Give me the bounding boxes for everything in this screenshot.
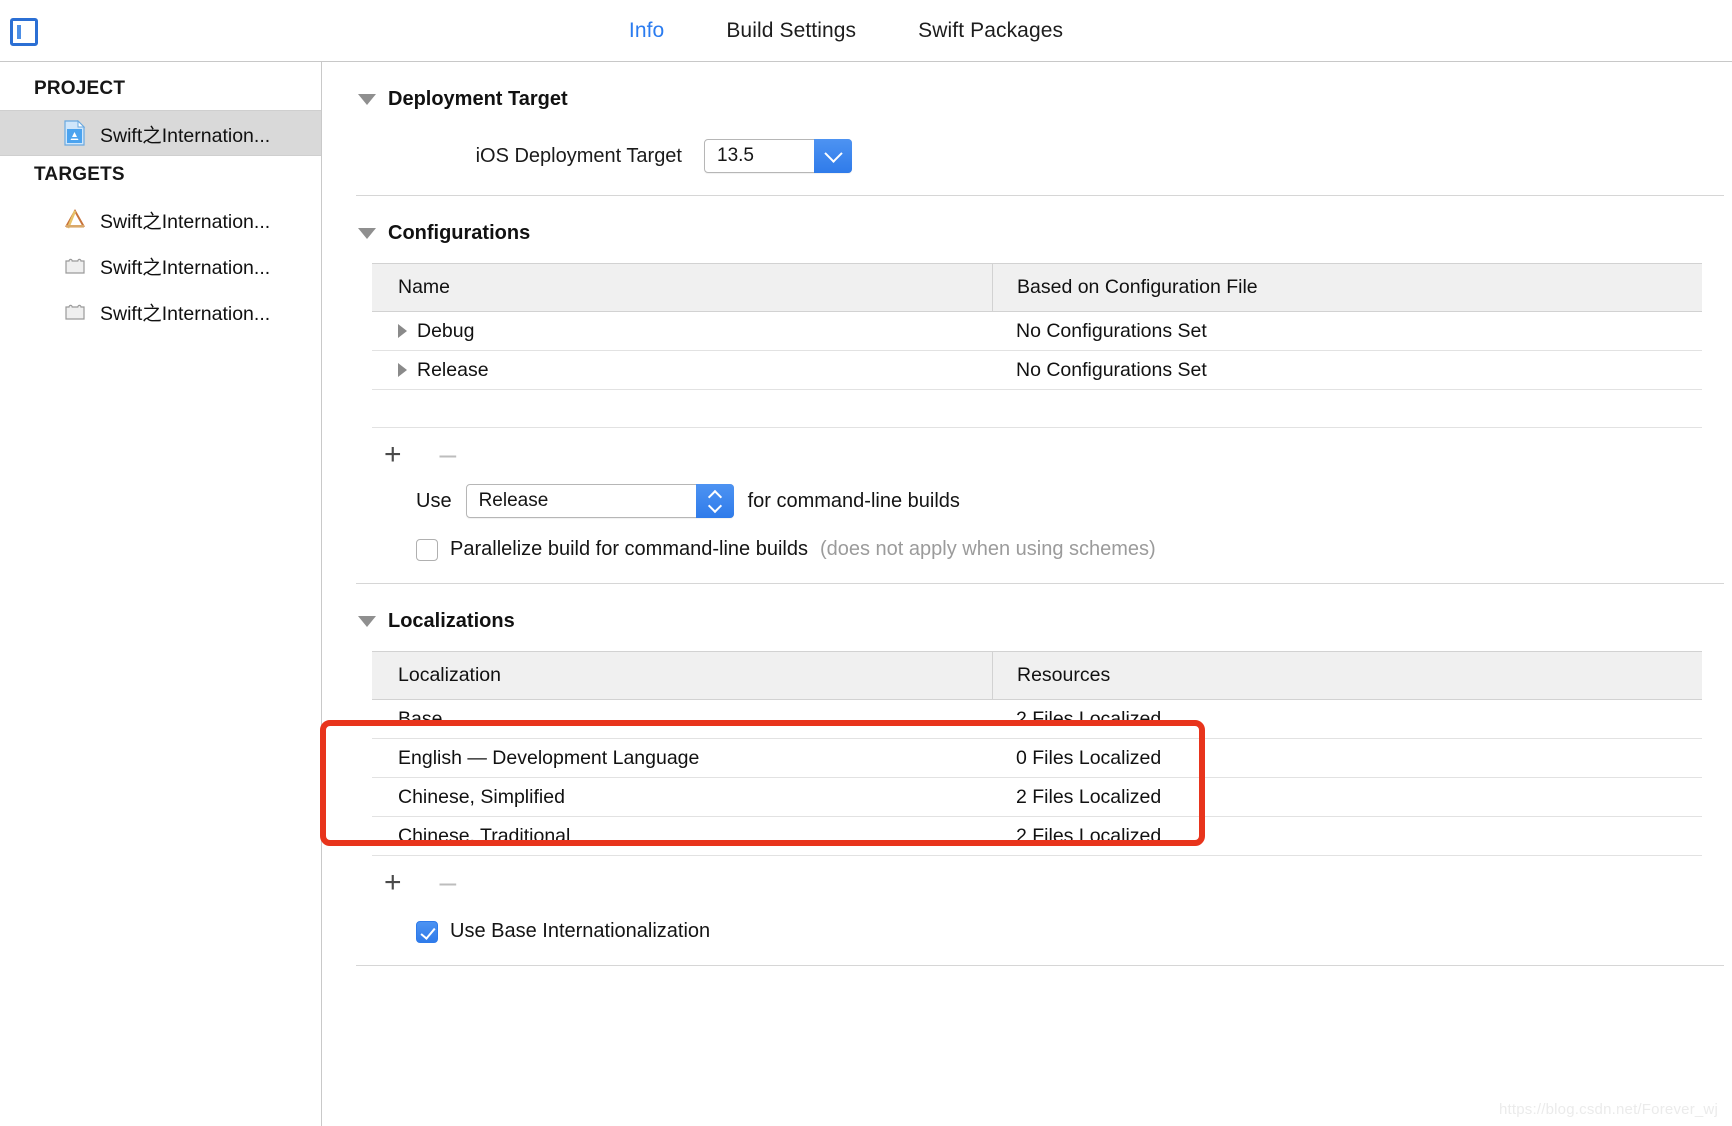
sidebar-item-label: Swift之Internation... bbox=[100, 256, 271, 279]
ios-deployment-target-value: 13.5 bbox=[717, 145, 754, 166]
editor-tab-bar: Info Build Settings Swift Packages bbox=[629, 19, 1103, 43]
editor-top-bar: Info Build Settings Swift Packages bbox=[0, 0, 1732, 62]
sidebar-item-label: Swift之Internation... bbox=[100, 210, 271, 233]
localizations-header: Localizations bbox=[358, 610, 1724, 633]
tab-build-settings[interactable]: Build Settings bbox=[726, 19, 856, 43]
column-header-resources: Resources bbox=[992, 652, 1702, 699]
column-header-name: Name bbox=[398, 276, 451, 298]
stepper-chevron-icon[interactable] bbox=[695, 484, 734, 518]
configurations-table: Name Based on Configuration File Debug N… bbox=[372, 263, 1702, 428]
use-base-internationalization-label: Use Base Internationalization bbox=[450, 920, 711, 942]
sidebar-section-targets: TARGETS bbox=[34, 164, 125, 185]
configurations-add-remove-controls: + – bbox=[384, 438, 1724, 472]
use-suffix-label: for command-line builds bbox=[747, 489, 960, 512]
localizations-add-remove-controls: + – bbox=[384, 866, 1724, 900]
localization-resources-cell: 2 Files Localized bbox=[1016, 824, 1162, 847]
localization-name-cell: Chinese, Traditional bbox=[398, 824, 571, 847]
sidebar-item-label: Swift之Internation... bbox=[100, 124, 271, 147]
localization-resources-cell: 2 Files Localized bbox=[1016, 707, 1162, 730]
project-navigator-sidebar: PROJECT Swift之Internation... TARGETS Swi… bbox=[0, 62, 322, 1126]
localizations-table: Localization Resources Base 2 Files Loca… bbox=[372, 651, 1702, 856]
add-localization-button[interactable]: + bbox=[384, 868, 402, 898]
configuration-basedon-cell: No Configurations Set bbox=[1016, 319, 1207, 342]
table-header: Localization Resources bbox=[372, 652, 1702, 700]
xcode-project-editor-window: Info Build Settings Swift Packages PROJE… bbox=[0, 0, 1732, 1126]
parallelize-build-note: (does not apply when using schemes) bbox=[819, 538, 1156, 560]
ios-deployment-target-label: iOS Deployment Target bbox=[475, 144, 682, 167]
use-base-internationalization-row: Use Base Internationalization bbox=[358, 920, 1724, 943]
use-prefix-label: Use bbox=[416, 489, 452, 512]
chevron-down-icon[interactable] bbox=[814, 139, 852, 173]
command-line-build-config-value: Release bbox=[478, 490, 549, 511]
localization-name-cell: Base bbox=[398, 707, 443, 730]
left-panel-toggle-icon[interactable] bbox=[10, 18, 38, 46]
localization-name-cell: Chinese, Simplified bbox=[398, 785, 565, 808]
table-header: Name Based on Configuration File bbox=[372, 264, 1702, 312]
deployment-target-header: Deployment Target bbox=[358, 88, 1724, 111]
sidebar-item-target-app[interactable]: Swift之Internation... bbox=[0, 196, 321, 242]
parallelize-build-row: Parallelize build for command-line build… bbox=[358, 538, 1724, 561]
expand-triangle-icon[interactable] bbox=[398, 363, 407, 377]
bundle-target-icon bbox=[62, 252, 88, 278]
localizations-section: Localizations Localization Resources Bas… bbox=[356, 610, 1732, 966]
table-row[interactable]: Base 2 Files Localized bbox=[372, 700, 1702, 739]
panel-toggle-bar bbox=[17, 25, 21, 39]
section-divider bbox=[356, 965, 1724, 966]
sidebar-section-project: PROJECT bbox=[34, 78, 126, 99]
command-line-build-config-dropdown[interactable]: Release bbox=[465, 484, 734, 518]
info-pane: Deployment Target iOS Deployment Target … bbox=[322, 62, 1732, 1126]
localization-name-cell: English — Development Language bbox=[398, 746, 700, 769]
section-title: Localizations bbox=[388, 610, 515, 632]
command-line-build-config-row: Use Release for command-line builds bbox=[358, 484, 1724, 518]
remove-configuration-button[interactable]: – bbox=[440, 440, 457, 470]
table-row[interactable]: Debug No Configurations Set bbox=[372, 312, 1702, 351]
section-divider bbox=[356, 583, 1724, 584]
cell-text: Debug bbox=[417, 319, 475, 342]
section-divider bbox=[356, 195, 1724, 196]
table-row[interactable]: Release No Configurations Set bbox=[372, 351, 1702, 390]
bundle-target-icon bbox=[62, 298, 88, 324]
configurations-header: Configurations bbox=[358, 222, 1724, 245]
configurations-section: Configurations Name Based on Configurati… bbox=[356, 222, 1732, 584]
sidebar-item-target-bundle-1[interactable]: Swift之Internation... bbox=[0, 242, 321, 288]
parallelize-build-checkbox[interactable] bbox=[416, 538, 438, 561]
table-empty-row bbox=[372, 390, 1702, 428]
use-base-internationalization-checkbox[interactable] bbox=[416, 920, 438, 943]
disclosure-triangle-icon[interactable] bbox=[358, 228, 376, 239]
disclosure-triangle-icon[interactable] bbox=[358, 616, 376, 627]
expand-triangle-icon[interactable] bbox=[398, 324, 407, 338]
watermark: https://blog.csdn.net/Forever_wj bbox=[1498, 1101, 1718, 1118]
sidebar-item-project[interactable]: Swift之Internation... bbox=[0, 110, 321, 156]
tab-swift-packages[interactable]: Swift Packages bbox=[918, 19, 1063, 43]
project-document-icon bbox=[62, 120, 88, 146]
remove-localization-button[interactable]: – bbox=[440, 868, 457, 898]
table-row[interactable]: English — Development Language 0 Files L… bbox=[372, 739, 1702, 778]
configuration-basedon-cell: No Configurations Set bbox=[1016, 358, 1207, 381]
section-title: Configurations bbox=[388, 222, 531, 244]
table-row[interactable]: Chinese, Traditional 2 Files Localized bbox=[372, 817, 1702, 856]
configuration-name-cell: Release bbox=[372, 359, 992, 382]
add-configuration-button[interactable]: + bbox=[384, 440, 402, 470]
column-header-localization: Localization bbox=[398, 664, 501, 686]
ios-deployment-target-row: iOS Deployment Target 13.5 bbox=[358, 139, 1724, 173]
table-row[interactable]: Chinese, Simplified 2 Files Localized bbox=[372, 778, 1702, 817]
app-target-icon bbox=[62, 206, 88, 232]
localization-resources-cell: 0 Files Localized bbox=[1016, 746, 1162, 769]
column-header-based-on: Based on Configuration File bbox=[992, 264, 1702, 311]
configuration-name-cell: Debug bbox=[372, 320, 992, 343]
sidebar-item-label: Swift之Internation... bbox=[100, 302, 271, 325]
deployment-target-section: Deployment Target iOS Deployment Target … bbox=[356, 88, 1732, 196]
parallelize-build-label: Parallelize build for command-line build… bbox=[450, 538, 808, 560]
disclosure-triangle-icon[interactable] bbox=[358, 94, 376, 105]
editor-body: PROJECT Swift之Internation... TARGETS Swi… bbox=[0, 62, 1732, 1126]
ios-deployment-target-dropdown[interactable]: 13.5 bbox=[704, 139, 852, 173]
localization-resources-cell: 2 Files Localized bbox=[1016, 785, 1162, 808]
tab-info[interactable]: Info bbox=[629, 19, 664, 43]
sidebar-item-target-bundle-2[interactable]: Swift之Internation... bbox=[0, 288, 321, 334]
section-title: Deployment Target bbox=[388, 88, 568, 110]
cell-text: Release bbox=[417, 358, 489, 381]
